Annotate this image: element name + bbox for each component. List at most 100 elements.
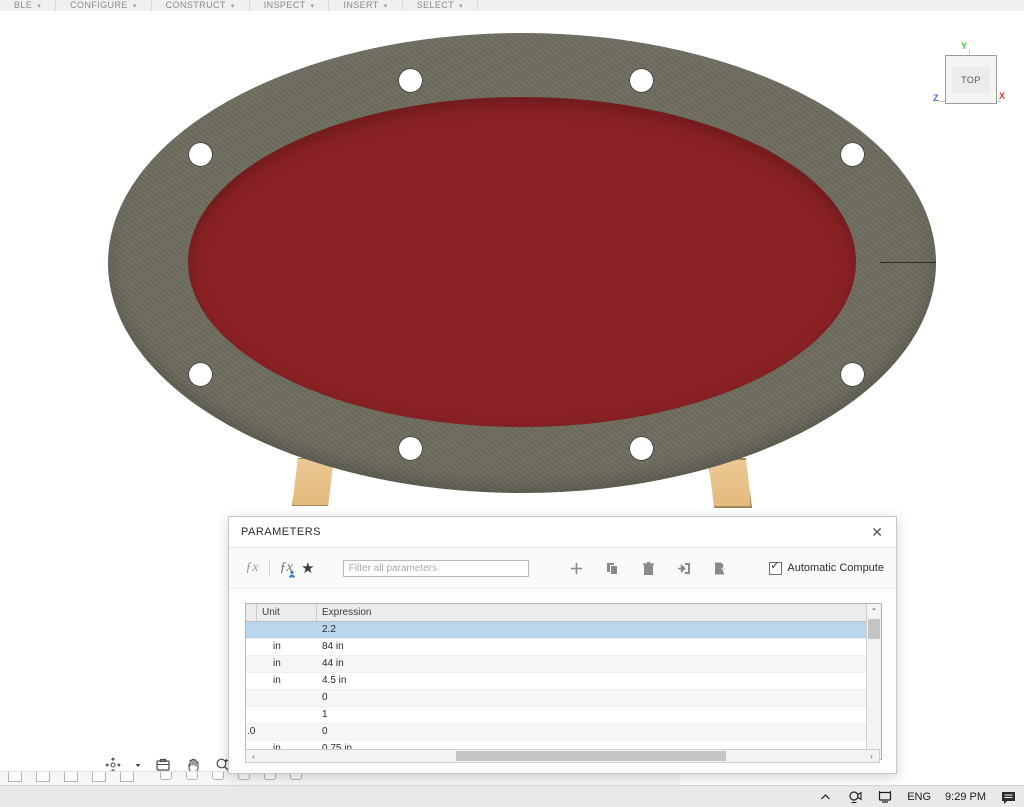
view-cube[interactable]: Y Z X TOP: [930, 41, 1020, 121]
cell-blank: .0: [247, 726, 256, 737]
menu-item-select[interactable]: SELECT ▾: [403, 0, 478, 11]
windows-taskbar: ENG 9:29 PM: [0, 785, 1024, 807]
vertical-scrollbar[interactable]: ⌃ ⌄: [866, 604, 881, 759]
timeline-feature[interactable]: [92, 772, 106, 782]
cell-blank: [246, 690, 257, 706]
dialog-title-bar[interactable]: PARAMETERS ✕: [229, 517, 896, 548]
cell-expression[interactable]: 84 in: [317, 639, 857, 655]
cup-holder[interactable]: [629, 68, 654, 93]
cup-holder[interactable]: [840, 362, 865, 387]
table-header-row: Unit Expression: [246, 604, 881, 622]
close-icon[interactable]: ✕: [868, 523, 886, 541]
language-indicator[interactable]: ENG: [907, 791, 931, 803]
network-display-icon[interactable]: [877, 789, 893, 805]
system-tray: ENG 9:29 PM: [817, 789, 1024, 805]
webcam-icon[interactable]: [847, 789, 863, 805]
fx-user-icon[interactable]: ƒx: [275, 555, 297, 581]
view-cube-top-face[interactable]: TOP: [945, 55, 997, 104]
checkbox-icon[interactable]: [769, 560, 783, 575]
chevron-down-icon: ▾: [230, 3, 235, 10]
table-row[interactable]: 1: [246, 707, 881, 724]
menu-item-construct[interactable]: CONSTRUCT ▾: [152, 0, 250, 11]
cell-unit: [306, 724, 317, 740]
automatic-compute-checkbox[interactable]: Automatic Compute: [769, 560, 884, 575]
timeline-feature[interactable]: [186, 772, 198, 780]
timeline-feature[interactable]: [212, 772, 224, 780]
notifications-icon[interactable]: [1000, 789, 1016, 805]
cell-blank: [246, 707, 257, 723]
cell-expression[interactable]: 44 in: [317, 656, 857, 672]
menu-item-label: INSPECT: [263, 0, 306, 10]
cell-blank: [246, 673, 257, 689]
export-icon[interactable]: [707, 555, 733, 581]
cell-unit: [257, 707, 317, 723]
copy-icon[interactable]: [599, 555, 625, 581]
scroll-left-arrow-icon[interactable]: ‹: [247, 750, 260, 762]
axis-label-z: Z: [933, 93, 939, 103]
toolbar-divider: [268, 559, 270, 577]
column-header-expression[interactable]: Expression: [317, 604, 857, 621]
table-row[interactable]: 0: [246, 690, 881, 707]
vertical-scrollbar-thumb[interactable]: [868, 619, 880, 639]
dialog-toolbar: ƒx ƒx ★ Filter all parameters ✓ Automati…: [229, 548, 896, 589]
dialog-title: PARAMETERS: [241, 526, 321, 538]
menu-item-insert[interactable]: INSERT ▾: [329, 0, 403, 11]
cup-holder[interactable]: [398, 68, 423, 93]
cup-holder[interactable]: [398, 436, 423, 461]
parameters-table[interactable]: Unit Expression 2.2 in 84 in in 44 in in…: [245, 603, 882, 760]
timeline-feature[interactable]: [160, 772, 172, 780]
column-header-unit[interactable]: Unit: [257, 604, 317, 621]
star-icon[interactable]: ★: [297, 555, 319, 581]
axis-label-x: X: [999, 91, 1006, 101]
cell-expression[interactable]: 0: [317, 724, 857, 740]
chevron-down-icon: ▾: [310, 3, 315, 10]
table-row[interactable]: .0 0: [246, 724, 881, 741]
chevron-down-icon: ▾: [383, 3, 388, 10]
menu-item-inspect[interactable]: INSPECT ▾: [250, 0, 330, 11]
cup-holder[interactable]: [840, 142, 865, 167]
import-icon[interactable]: [671, 555, 697, 581]
rail-seam-line: [880, 262, 936, 263]
table-row[interactable]: in 44 in: [246, 656, 881, 673]
horizontal-scrollbar-thumb[interactable]: [456, 751, 726, 761]
timeline-feature[interactable]: [36, 772, 50, 782]
cell-blank: [246, 656, 257, 672]
menu-item-label: BLE: [14, 0, 33, 10]
table-row[interactable]: in 4.5 in: [246, 673, 881, 690]
menu-item-configure[interactable]: CONFIGURE ▾: [56, 0, 152, 11]
view-cube-face-label: TOP: [952, 66, 990, 93]
table-row[interactable]: 2.2: [246, 622, 881, 639]
timeline-feature[interactable]: [64, 772, 78, 782]
fx-icon[interactable]: ƒx: [241, 555, 263, 581]
cell-expression[interactable]: 4.5 in: [317, 673, 857, 689]
clock[interactable]: 9:29 PM: [945, 791, 986, 803]
cell-unit: [257, 622, 317, 638]
automatic-compute-label: Automatic Compute: [787, 562, 884, 574]
cell-expression[interactable]: 2.2: [317, 622, 857, 638]
chevron-down-icon: ▾: [132, 3, 137, 10]
cup-holder[interactable]: [188, 142, 213, 167]
fusion-360-window: BLE ▾ CONFIGURE ▾ CONSTRUCT ▾ INSPECT ▾ …: [0, 0, 1024, 807]
cell-expression[interactable]: 1: [317, 707, 857, 723]
cell-unit: in: [273, 658, 281, 669]
menu-item-assemble[interactable]: BLE ▾: [0, 0, 57, 11]
timeline-feature[interactable]: [120, 772, 134, 782]
scroll-right-arrow-icon[interactable]: ›: [865, 750, 878, 762]
dialog-action-icons: [563, 555, 733, 581]
column-header-blank[interactable]: [246, 604, 257, 621]
table-row[interactable]: in 84 in: [246, 639, 881, 656]
horizontal-scrollbar[interactable]: ‹ ›: [245, 749, 880, 763]
plus-icon[interactable]: [563, 555, 589, 581]
menu-item-label: CONSTRUCT: [165, 0, 226, 10]
cup-holder[interactable]: [188, 362, 213, 387]
cup-holder[interactable]: [629, 436, 654, 461]
cell-unit: [257, 690, 317, 706]
search-input[interactable]: [342, 559, 530, 577]
timeline-feature[interactable]: [8, 772, 22, 782]
menu-item-label: CONFIGURE: [70, 0, 128, 10]
table-felt[interactable]: [188, 97, 856, 427]
chevron-up-icon[interactable]: [817, 789, 833, 805]
cell-expression[interactable]: 0: [317, 690, 857, 706]
trash-icon[interactable]: [635, 555, 661, 581]
scroll-up-arrow-icon[interactable]: ⌃: [867, 604, 881, 618]
